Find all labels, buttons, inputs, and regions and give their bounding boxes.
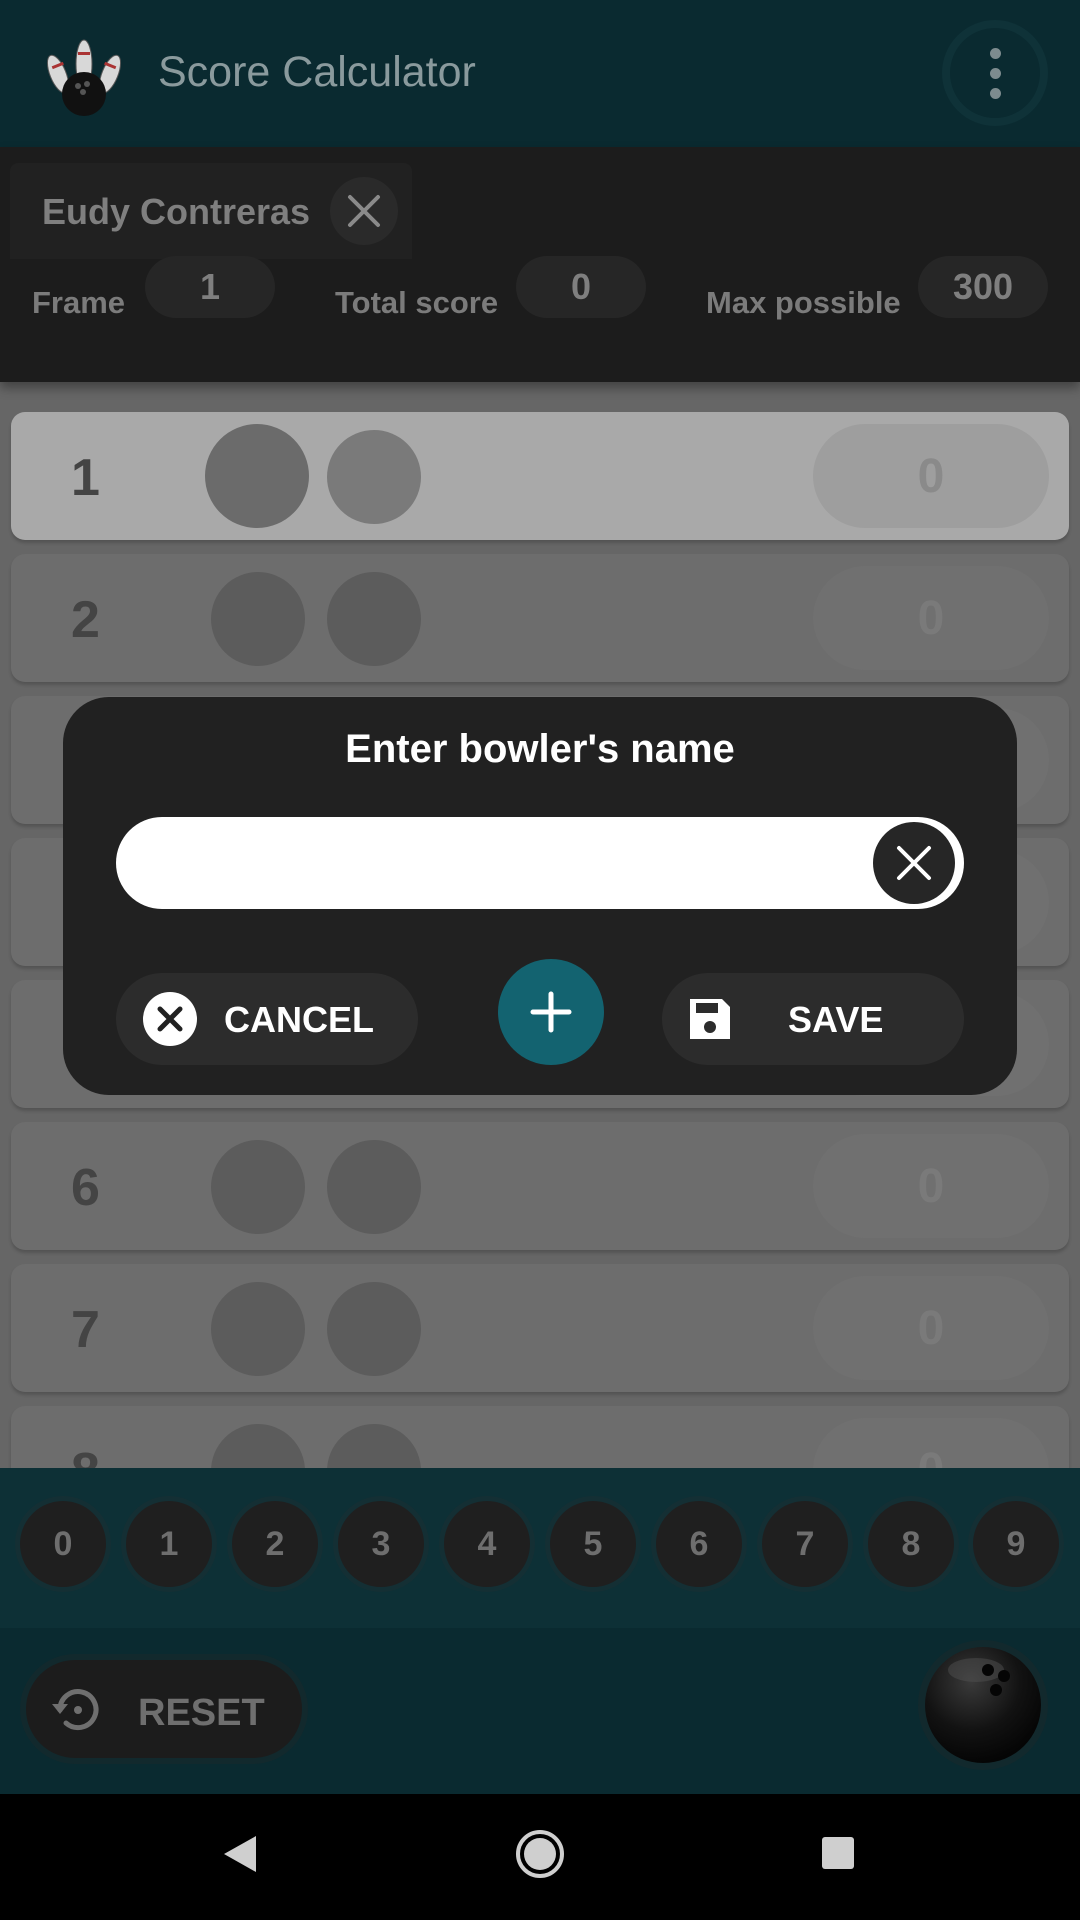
- frame-number: 1: [71, 449, 100, 507]
- pin-key-0[interactable]: 0: [15, 1496, 111, 1592]
- frame-number: 6: [71, 1159, 100, 1217]
- pin-key-9[interactable]: 9: [968, 1496, 1064, 1592]
- save-label: SAVE: [788, 999, 884, 1040]
- frame-row[interactable]: 2 0: [11, 554, 1069, 682]
- frame-number: 2: [71, 591, 100, 649]
- roll-slot: [211, 1140, 305, 1234]
- dialog-title: Enter bowler's name: [345, 727, 735, 771]
- frame-score: 0: [813, 1276, 1049, 1380]
- frame-score: 0: [813, 1134, 1049, 1238]
- app-root: Score Calculator Eudy Contreras Frame 1 …: [0, 0, 1080, 1920]
- player-bar: Eudy Contreras Frame 1 Total score 0 Max…: [0, 147, 1080, 382]
- close-icon: [897, 846, 931, 880]
- frame-number: 8: [71, 1442, 100, 1468]
- bowling-pins-icon: [46, 39, 122, 116]
- total-score-label: Total score: [335, 285, 499, 320]
- player-name: Eudy Contreras: [42, 191, 311, 232]
- pin-key-1[interactable]: 1: [121, 1496, 217, 1592]
- pin-number-pad: 0 1 2 3 4 5 6 7 8 9: [0, 1468, 1080, 1628]
- more-vert-icon: [989, 47, 1001, 99]
- pin-key-8[interactable]: 8: [863, 1496, 959, 1592]
- plus-icon: [530, 991, 572, 1033]
- total-score-value: 0: [516, 256, 646, 318]
- app-title: Score Calculator: [158, 48, 476, 96]
- frame-number: 7: [71, 1301, 100, 1359]
- roll-slot: [327, 430, 421, 524]
- cancel-label: CANCEL: [224, 999, 374, 1040]
- bottom-bar: RESET: [0, 1628, 1080, 1794]
- roll-ball-button[interactable]: [918, 1640, 1048, 1770]
- roll-slot: [327, 1282, 421, 1376]
- close-icon: [348, 195, 380, 227]
- remove-player-button[interactable]: [330, 177, 398, 245]
- cancel-button[interactable]: CANCEL: [116, 973, 418, 1065]
- frame-row[interactable]: 6 0: [11, 1122, 1069, 1250]
- app-bar: Score Calculator: [0, 0, 1080, 147]
- roll-slot: [211, 1282, 305, 1376]
- home-circle-icon[interactable]: [514, 1828, 566, 1880]
- frame-row[interactable]: 8 0: [11, 1406, 1069, 1468]
- back-triangle-icon[interactable]: [222, 1834, 258, 1874]
- frame-row[interactable]: 1 0: [11, 412, 1069, 540]
- pin-key-6[interactable]: 6: [651, 1496, 747, 1592]
- pin-key-2[interactable]: 2: [227, 1496, 323, 1592]
- reset-button[interactable]: RESET: [20, 1654, 308, 1764]
- player-tab[interactable]: Eudy Contreras: [10, 163, 412, 259]
- frame-score: 0: [813, 566, 1049, 670]
- bowler-name-input[interactable]: [146, 817, 850, 911]
- bowler-name-dialog: Enter bowler's name CANCEL SAVE: [63, 697, 1017, 1095]
- clear-input-button[interactable]: [873, 822, 955, 904]
- roll-slot: [211, 572, 305, 666]
- overflow-menu-button[interactable]: [942, 20, 1048, 126]
- frame-value: 1: [145, 256, 275, 318]
- max-possible-value: 300: [918, 256, 1048, 318]
- frame-row[interactable]: 7 0: [11, 1264, 1069, 1392]
- pin-key-3[interactable]: 3: [333, 1496, 429, 1592]
- system-nav-bar: [0, 1794, 1080, 1920]
- roll-slot: [327, 1140, 421, 1234]
- reset-label: RESET: [138, 1692, 265, 1734]
- max-possible-label: Max possible: [706, 285, 901, 320]
- roll-slot: [327, 572, 421, 666]
- name-input-container: [116, 817, 964, 911]
- add-bowler-button[interactable]: [498, 959, 604, 1065]
- bowling-ball-icon: [925, 1647, 1041, 1763]
- save-button[interactable]: SAVE: [662, 973, 964, 1065]
- pin-key-4[interactable]: 4: [439, 1496, 535, 1592]
- restore-icon: [52, 1689, 99, 1731]
- pin-key-7[interactable]: 7: [757, 1496, 853, 1592]
- frame-score: 0: [813, 424, 1049, 528]
- frame-label: Frame: [32, 285, 126, 320]
- pin-key-5[interactable]: 5: [545, 1496, 641, 1592]
- cancel-circle-icon: [143, 992, 197, 1046]
- roll-slot: [211, 1424, 305, 1468]
- roll-slot: [327, 1424, 421, 1468]
- frame-score: 0: [813, 1418, 1049, 1468]
- roll-slot: [205, 424, 309, 528]
- floppy-disk-icon: [690, 999, 730, 1039]
- recents-square-icon[interactable]: [821, 1836, 855, 1870]
